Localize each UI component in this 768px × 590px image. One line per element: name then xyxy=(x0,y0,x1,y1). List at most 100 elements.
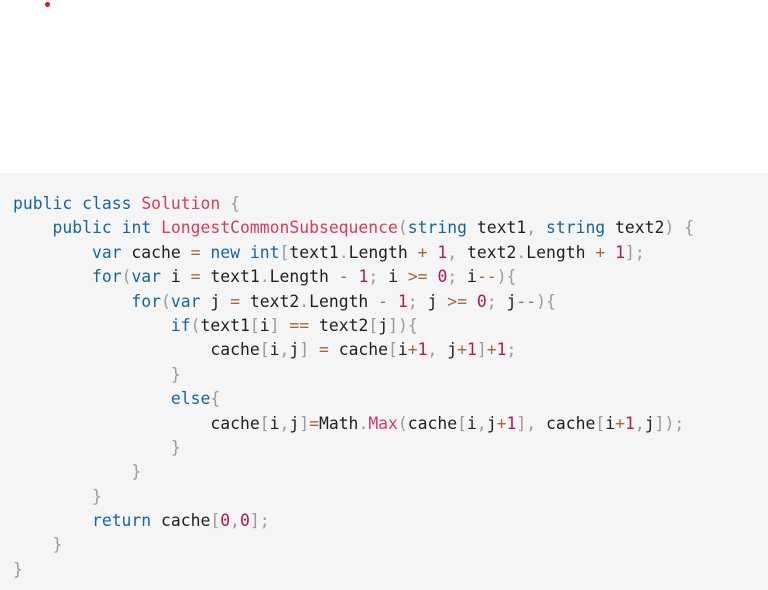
code-token: , xyxy=(279,413,290,433)
code-token: , xyxy=(526,218,537,238)
code-token: var xyxy=(91,242,122,262)
code-line: } xyxy=(13,436,768,460)
code-token: cache xyxy=(13,413,260,433)
code-token: var xyxy=(170,291,201,311)
code-token: j xyxy=(289,413,300,433)
code-token: , xyxy=(230,511,241,531)
code-token: i xyxy=(259,315,270,335)
code-token: [ xyxy=(210,511,221,531)
code-line: return cache[0,0]; xyxy=(13,509,768,533)
code-token: text2 xyxy=(309,315,369,335)
code-token: 1 xyxy=(615,242,625,262)
code-token: [ xyxy=(259,340,270,360)
code-token: 0 xyxy=(437,267,448,287)
code-token: Length xyxy=(269,267,339,287)
code-token: i xyxy=(378,267,408,287)
code-token: i xyxy=(605,413,616,433)
code-token: cache xyxy=(536,413,596,433)
code-line: } xyxy=(13,363,768,387)
code-token: 0 xyxy=(240,511,250,531)
code-line: for(var i = text1.Length - 1; i >= 0; i-… xyxy=(13,265,768,289)
code-token: Length xyxy=(526,242,596,262)
code-token: >= xyxy=(447,291,468,311)
code-token: - xyxy=(338,267,349,287)
code-token: 1 xyxy=(397,291,408,311)
code-token: ]); xyxy=(654,413,685,433)
code-token: public xyxy=(13,194,73,213)
code-token: ]; xyxy=(249,511,270,531)
code-line: cache[i,j] = cache[i+1, j+1]+1; xyxy=(13,338,768,362)
code-line: for(var j = text2.Length - 1; j >= 0; j-… xyxy=(13,290,768,314)
code-token: } xyxy=(170,364,181,384)
code-token: ( xyxy=(161,291,171,311)
code-token: text2 xyxy=(240,291,300,311)
code-token: for xyxy=(131,291,162,311)
code-block: public class Solution { public int Longe… xyxy=(0,173,768,590)
code-line: public int LongestCommonSubsequence(stri… xyxy=(13,216,768,240)
code-token: + xyxy=(407,340,418,360)
code-token: [ xyxy=(279,242,290,262)
code-token: j xyxy=(486,413,497,433)
code-token: } xyxy=(52,535,63,555)
code-token: ){ xyxy=(496,267,517,287)
code-token: i xyxy=(397,340,408,360)
code-token: text2 xyxy=(457,242,517,262)
code-token: ; xyxy=(368,267,379,287)
code-line: } xyxy=(13,485,768,509)
code-token: Math xyxy=(318,413,359,433)
code-token: ] xyxy=(269,315,280,335)
code-token: i xyxy=(269,340,280,360)
code-token: = xyxy=(318,340,329,360)
code-token: . xyxy=(516,242,527,262)
code-token: cache xyxy=(151,511,211,531)
code-token: ; xyxy=(486,291,497,311)
code-token: ]){ xyxy=(388,315,418,335)
code-token: int xyxy=(121,218,152,238)
code-token: } xyxy=(91,486,102,506)
code-token: } xyxy=(131,462,142,482)
code-token: Max xyxy=(368,413,398,433)
code-token: + xyxy=(417,242,428,262)
code-token: string xyxy=(545,218,606,238)
code-token: Length xyxy=(309,291,379,311)
code-token: var xyxy=(131,267,162,287)
code-token: ( xyxy=(121,267,132,287)
code-token: ] xyxy=(299,340,310,360)
code-token: ] xyxy=(476,340,487,360)
code-token: ] xyxy=(299,413,310,433)
code-token: cache xyxy=(328,340,389,360)
code-token: ){ xyxy=(536,291,556,311)
code-token: j xyxy=(644,413,655,433)
code-token: if xyxy=(170,315,191,335)
code-token: ( xyxy=(397,413,408,433)
code-token: ], xyxy=(516,413,537,433)
code-token: } xyxy=(170,437,181,457)
code-token: cache xyxy=(13,340,260,360)
code-token: , xyxy=(476,413,487,433)
code-token: ( xyxy=(190,315,201,335)
red-dot-marker xyxy=(45,2,50,7)
code-token: cache xyxy=(121,242,191,262)
code-token: , xyxy=(427,340,438,360)
code-token: ( xyxy=(397,218,408,238)
code-line: } xyxy=(13,533,768,557)
code-token: class xyxy=(82,194,132,213)
code-token: Length xyxy=(348,242,418,262)
code-token: + xyxy=(615,413,625,433)
code-token: [ xyxy=(457,413,468,433)
